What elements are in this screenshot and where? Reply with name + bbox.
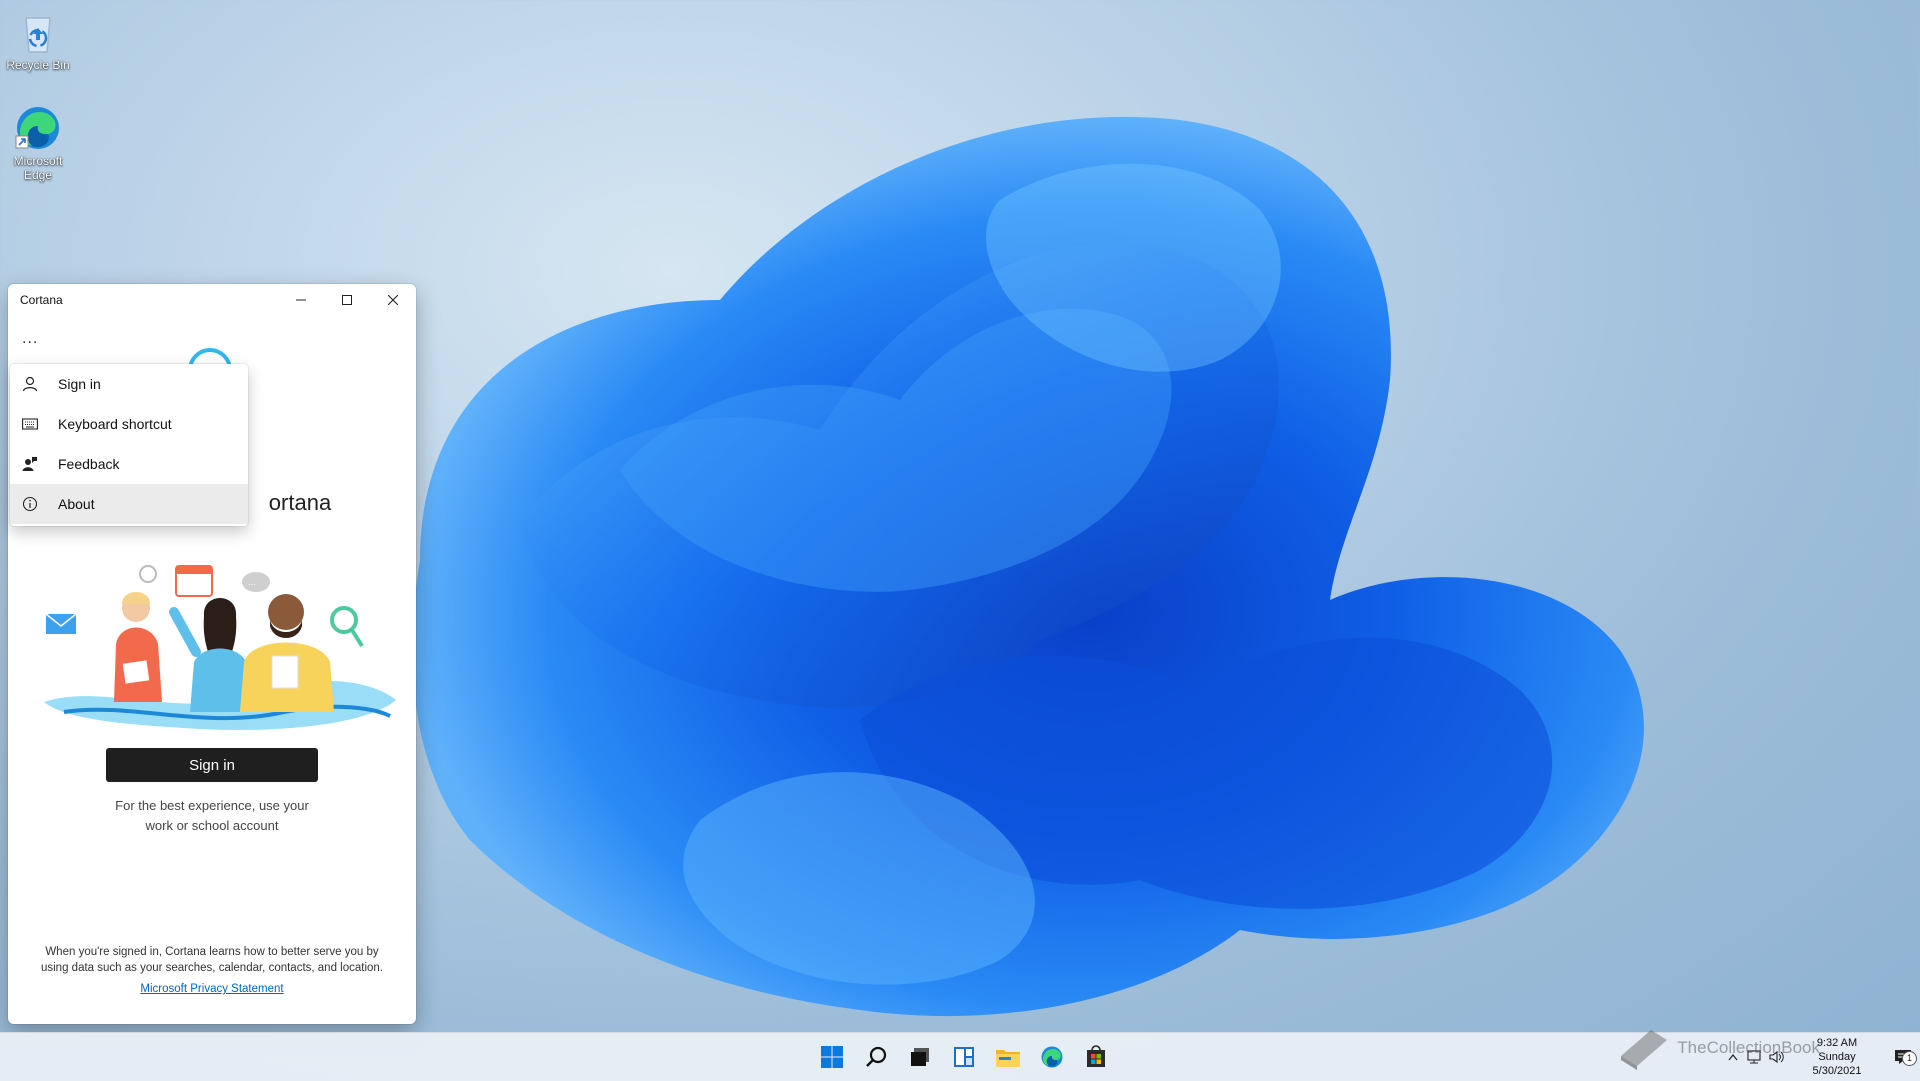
svg-text:...: ... bbox=[248, 577, 256, 587]
file-explorer-button[interactable] bbox=[988, 1037, 1028, 1077]
widgets-button[interactable] bbox=[944, 1037, 984, 1077]
privacy-notice: When you're signed in, Cortana learns ho… bbox=[40, 946, 383, 974]
menu-item-feedback[interactable]: Feedback bbox=[10, 444, 248, 484]
info-icon bbox=[20, 494, 40, 514]
sign-in-hint: For the best experience, use your work o… bbox=[115, 798, 309, 833]
file-explorer-icon bbox=[996, 1050, 1020, 1067]
people-illustration: ... bbox=[44, 565, 396, 730]
edge-icon bbox=[1041, 1046, 1063, 1068]
store-button[interactable] bbox=[1076, 1037, 1116, 1077]
search-button[interactable] bbox=[856, 1037, 896, 1077]
desktop-icon-edge[interactable]: Microsoft Edge bbox=[0, 104, 78, 182]
minimize-icon bbox=[296, 299, 306, 301]
recycle-bin-icon bbox=[14, 8, 62, 56]
feedback-icon bbox=[20, 454, 40, 474]
maximize-icon bbox=[342, 295, 352, 305]
menu-item-about[interactable]: About bbox=[10, 484, 248, 524]
store-icon bbox=[1087, 1045, 1105, 1067]
window-title: Cortana bbox=[20, 293, 63, 307]
menu-item-keyboard-shortcut[interactable]: Keyboard shortcut bbox=[10, 404, 248, 444]
book-icon bbox=[1621, 1030, 1668, 1070]
watermark: TheCollectionBook bbox=[1617, 1026, 1820, 1070]
more-options-button[interactable]: ... bbox=[22, 330, 38, 348]
maximize-button[interactable] bbox=[324, 284, 370, 316]
menu-item-sign-in[interactable]: Sign in bbox=[10, 364, 248, 404]
more-options-menu: Sign in Keyboard shortcut Feedback About bbox=[10, 364, 248, 526]
notification-count: 1 bbox=[1902, 1051, 1917, 1066]
sign-in-button[interactable]: Sign in bbox=[106, 748, 318, 782]
close-button[interactable] bbox=[370, 284, 416, 316]
widgets-icon bbox=[954, 1047, 974, 1067]
edge-icon bbox=[14, 104, 62, 152]
start-button[interactable] bbox=[812, 1037, 852, 1077]
edge-taskbar-button[interactable] bbox=[1032, 1037, 1072, 1077]
task-view-icon bbox=[911, 1048, 929, 1066]
taskbar-apps bbox=[812, 1033, 1116, 1081]
task-view-button[interactable] bbox=[900, 1037, 940, 1077]
start-icon bbox=[821, 1046, 843, 1068]
desktop-icon-label: Recycle Bin bbox=[6, 58, 70, 72]
desktop-icon-recycle-bin[interactable]: Recycle Bin bbox=[0, 8, 78, 72]
keyboard-icon bbox=[20, 414, 40, 434]
notifications-button[interactable]: 1 bbox=[1886, 1046, 1920, 1068]
title-bar[interactable]: Cortana bbox=[8, 284, 416, 316]
minimize-button[interactable] bbox=[278, 284, 324, 316]
privacy-statement-link[interactable]: Microsoft Privacy Statement bbox=[8, 983, 416, 995]
desktop-icon-label: Microsoft Edge bbox=[13, 154, 63, 182]
search-icon bbox=[866, 1046, 887, 1067]
person-icon bbox=[20, 374, 40, 394]
close-icon bbox=[388, 295, 398, 305]
